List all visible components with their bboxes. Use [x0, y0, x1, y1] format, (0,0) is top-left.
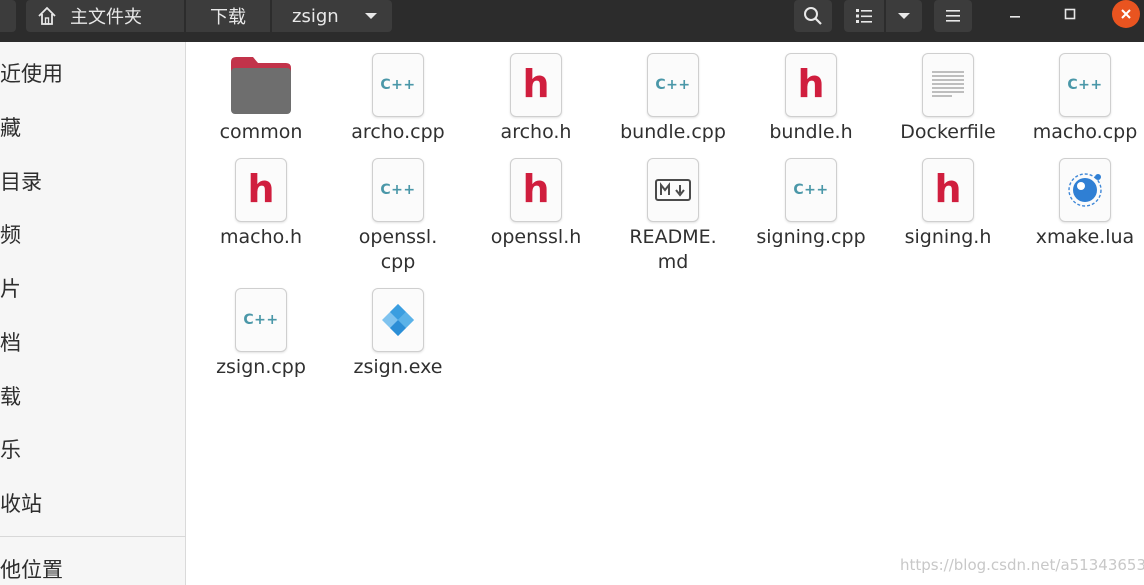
sidebar-item-pictures[interactable]: 片: [0, 274, 21, 304]
maximize-icon: [1064, 8, 1076, 20]
file-item-signing-cpp[interactable]: C++ signing.cpp: [741, 157, 881, 250]
file-grid: common C++ archo.cpp h archo.h C++ bundl…: [187, 42, 1144, 585]
view-toggle-button[interactable]: [844, 0, 884, 32]
file-item-openssl-cpp[interactable]: C++ openssl. cpp: [328, 157, 468, 275]
sidebar-item-videos[interactable]: 频: [0, 220, 21, 250]
chevron-down-icon: [365, 13, 377, 19]
sidebar-item-label: 藏: [0, 116, 21, 140]
sidebar-item-downloads[interactable]: 载: [0, 382, 21, 412]
sidebar-item-starred[interactable]: 藏: [0, 113, 21, 143]
file-item-macho-h[interactable]: h macho.h: [191, 157, 331, 250]
file-name: macho.h: [219, 226, 302, 248]
sidebar-item-label: 频: [0, 223, 21, 247]
file-name: openssl.h: [490, 226, 582, 248]
header-file-icon: h: [510, 158, 562, 222]
breadcrumb-downloads[interactable]: 下载: [186, 0, 270, 32]
file-name: xmake.lua: [1035, 226, 1135, 248]
file-item-zsign-cpp[interactable]: C++ zsign.cpp: [191, 287, 331, 380]
sidebar-item-label: 目录: [0, 170, 42, 194]
sidebar-item-recent[interactable]: 近使用: [0, 59, 63, 89]
file-name: Dockerfile: [900, 121, 996, 143]
hamburger-menu-icon: [946, 10, 960, 22]
view-options-dropdown[interactable]: [886, 0, 922, 32]
breadcrumb-zsign-label: zsign: [292, 5, 339, 27]
sidebar-item-label: 载: [0, 385, 21, 409]
file-name: zsign.cpp: [216, 356, 306, 378]
header-file-icon: h: [235, 158, 287, 222]
file-item-common[interactable]: common: [191, 52, 331, 145]
file-name: README. md: [629, 226, 717, 273]
header-file-icon: h: [510, 53, 562, 117]
file-item-openssl-h[interactable]: h openssl.h: [466, 157, 606, 250]
cpp-file-icon: C++: [1059, 53, 1111, 117]
file-item-readme-md[interactable]: README. md: [603, 157, 743, 275]
sidebar-item-label: 乐: [0, 438, 21, 462]
text-file-icon: [922, 53, 974, 117]
cpp-file-icon: C++: [235, 288, 287, 352]
breadcrumb-downloads-label: 下载: [210, 7, 246, 28]
cpp-file-icon: C++: [647, 53, 699, 117]
file-item-bundle-h[interactable]: h bundle.h: [741, 52, 881, 145]
file-name: signing.cpp: [756, 226, 866, 248]
sidebar-item-label: 片: [0, 277, 21, 301]
file-name: archo.h: [500, 121, 572, 143]
file-name: archo.cpp: [351, 121, 445, 143]
cpp-file-icon: C++: [372, 158, 424, 222]
file-item-macho-cpp[interactable]: C++ macho.cpp: [1015, 52, 1144, 145]
sidebar-item-home[interactable]: 目录: [0, 167, 42, 197]
file-item-archo-cpp[interactable]: C++ archo.cpp: [328, 52, 468, 145]
file-item-zsign-exe[interactable]: zsign.exe: [328, 287, 468, 380]
folder-icon: [229, 52, 293, 118]
breadcrumb-zsign[interactable]: zsign: [272, 0, 392, 32]
breadcrumb-home[interactable]: 主文件夹: [26, 0, 184, 32]
file-item-xmake-lua[interactable]: xmake.lua: [1015, 157, 1144, 250]
sidebar-item-label: 收站: [0, 492, 42, 516]
header-file-icon: h: [785, 53, 837, 117]
main-menu-button[interactable]: [934, 0, 972, 32]
back-button-stub[interactable]: [0, 0, 16, 32]
file-name: bundle.h: [769, 121, 853, 143]
list-view-icon: [856, 9, 872, 23]
close-button[interactable]: [1112, 0, 1140, 28]
file-name: zsign.exe: [353, 356, 443, 378]
file-name: bundle.cpp: [620, 121, 726, 143]
file-item-dockerfile[interactable]: Dockerfile: [878, 52, 1018, 145]
file-name: macho.cpp: [1032, 121, 1138, 143]
cpp-file-icon: C++: [785, 158, 837, 222]
cpp-file-icon: C++: [372, 53, 424, 117]
sidebar-item-label: 近使用: [0, 62, 63, 86]
watermark: https://blog.csdn.net/a513436535: [900, 556, 1144, 574]
lua-file-icon: [1059, 158, 1111, 222]
minimize-icon: [1010, 16, 1020, 18]
sidebar-item-documents[interactable]: 档: [0, 328, 21, 358]
sidebar-item-other-locations[interactable]: 他位置: [0, 555, 63, 585]
search-icon: [804, 7, 822, 25]
file-item-signing-h[interactable]: h signing.h: [878, 157, 1018, 250]
home-icon: [38, 6, 56, 25]
file-name: common: [219, 121, 303, 143]
sidebar-item-trash[interactable]: 收站: [0, 489, 42, 519]
breadcrumb-home-label: 主文件夹: [70, 7, 142, 28]
file-name: openssl. cpp: [358, 226, 438, 273]
sidebar-item-label: 他位置: [0, 558, 63, 582]
markdown-file-icon: [647, 158, 699, 222]
minimize-button[interactable]: [1000, 0, 1030, 28]
executable-file-icon: [372, 288, 424, 352]
file-item-archo-h[interactable]: h archo.h: [466, 52, 606, 145]
close-icon: [1121, 9, 1131, 19]
header-bar: 主文件夹 下载 zsign: [0, 0, 1144, 42]
sidebar-item-label: 档: [0, 331, 21, 355]
header-file-icon: h: [922, 158, 974, 222]
file-item-bundle-cpp[interactable]: C++ bundle.cpp: [603, 52, 743, 145]
sidebar: 近使用 藏 目录 频 片 档 载 乐 收站 他位置: [0, 42, 186, 585]
file-name: signing.h: [904, 226, 992, 248]
sidebar-item-music[interactable]: 乐: [0, 435, 21, 465]
maximize-button[interactable]: [1055, 0, 1085, 28]
chevron-down-icon: [898, 13, 910, 19]
search-button[interactable]: [794, 0, 832, 32]
sidebar-divider: [0, 536, 186, 537]
